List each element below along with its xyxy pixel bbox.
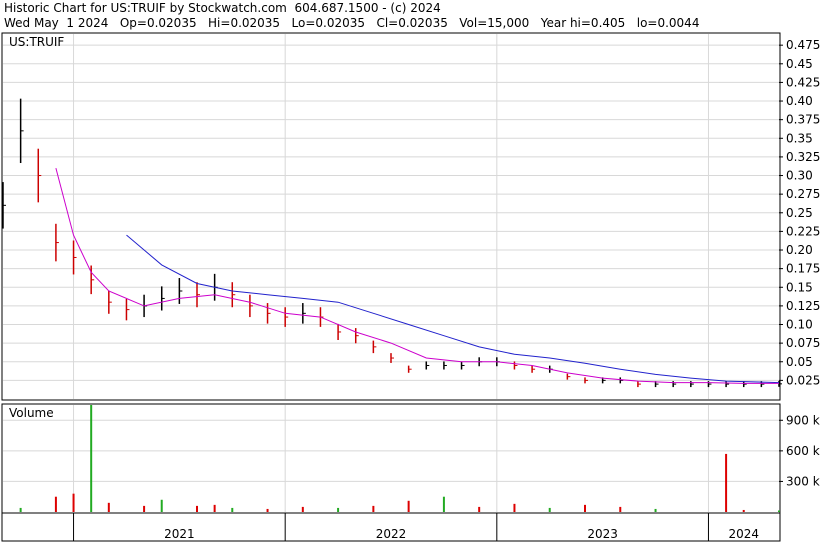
year-label: 2024	[728, 527, 759, 541]
price-tick-label: 0.275	[786, 187, 820, 201]
year-label: 2022	[376, 527, 407, 541]
symbol-label: US:TRUIF	[9, 35, 64, 49]
year-label: 2021	[164, 527, 195, 541]
volume-tick-label: 600 k	[786, 444, 820, 458]
volume-label: Volume	[9, 406, 54, 420]
price-tick-label: 0.25	[786, 206, 813, 220]
moving-average-short	[55, 167, 779, 384]
price-tick-label: 0.075	[786, 336, 820, 350]
price-tick-label: 0.20	[786, 243, 813, 257]
price-tick-label: 0.375	[786, 113, 820, 127]
volume-tick-labels: 300 k 600 k 900 k	[779, 413, 820, 488]
price-tick-label: 0.175	[786, 262, 820, 276]
price-panel-frame	[1, 32, 781, 401]
price-tick-labels: 0.025 0.05 0.075 0.10 0.125 0.15 0.175 0.20 0.22…	[779, 38, 820, 387]
price-tick-label: 0.025	[786, 373, 820, 387]
price-tick-label: 0.45	[786, 57, 813, 71]
price-grid	[3, 34, 779, 399]
price-tick-label: 0.15	[786, 280, 813, 294]
year-labels: 2021 2022 2023 2024	[73, 513, 759, 541]
price-tick-label: 0.425	[786, 75, 820, 89]
moving-average-short-line	[55, 167, 779, 384]
price-tick-label: 0.325	[786, 150, 820, 164]
volume-tick-label: 300 k	[786, 474, 820, 488]
volume-bars	[19, 405, 780, 512]
price-tick-label: 0.475	[786, 38, 820, 52]
volume-grid	[3, 405, 779, 512]
stock-chart: US:TRUIF Volume 0.0250.050.0750.100.1250…	[1, 32, 820, 542]
year-label: 2023	[587, 527, 618, 541]
price-tick-label: 0.35	[786, 131, 813, 145]
price-tick-label: 0.40	[786, 94, 813, 108]
price-tick-label: 0.10	[786, 318, 813, 332]
volume-tick-label: 900 k	[786, 413, 820, 427]
price-tick-label: 0.125	[786, 299, 820, 313]
price-tick-label: 0.05	[786, 355, 813, 369]
price-tick-label: 0.225	[786, 224, 820, 238]
price-tick-label: 0.30	[786, 169, 813, 183]
